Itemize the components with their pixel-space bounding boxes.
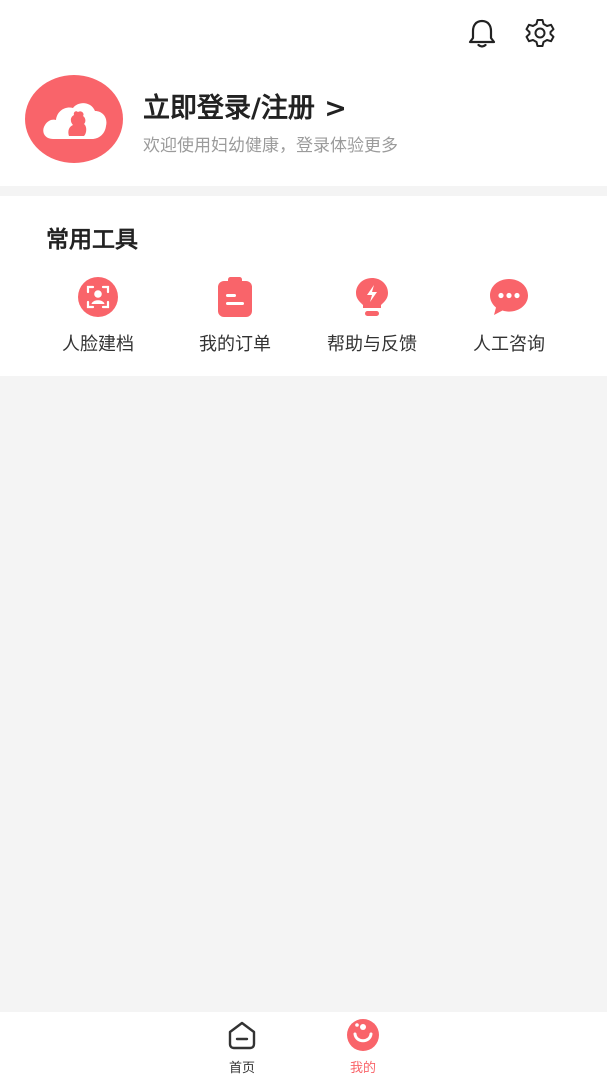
bell-icon[interactable]: [465, 16, 499, 50]
tab-label: 首页: [228, 1061, 255, 1076]
tool-my-orders[interactable]: 我的订单: [165, 276, 305, 356]
tab-mine[interactable]: 我的: [323, 1012, 403, 1080]
lightbulb-icon: [351, 276, 393, 318]
profile-header: 立即登录/注册 > 欢迎使用妇幼健康，登录体验更多: [0, 0, 607, 186]
login-subtitle: 欢迎使用妇幼健康，登录体验更多: [143, 136, 398, 156]
cloud-bear-logo-icon: [43, 103, 107, 139]
tool-label: 帮助与反馈: [327, 334, 417, 355]
profile-icon: [346, 1018, 380, 1052]
tool-help-feedback[interactable]: 帮助与反馈: [302, 276, 442, 356]
chat-bubble-icon: [488, 276, 530, 318]
bottom-tab-bar: 首页 我的: [0, 1012, 607, 1080]
login-register-link[interactable]: 立即登录/注册 >: [143, 86, 347, 125]
common-tools-card: 常用工具 人脸建档 我的订单 帮助与反馈 人工咨询: [0, 196, 607, 376]
tool-face-archive[interactable]: 人脸建档: [28, 276, 168, 356]
tool-label: 人工咨询: [473, 334, 545, 355]
avatar[interactable]: [25, 75, 123, 163]
profile-page: 立即登录/注册 > 欢迎使用妇幼健康，登录体验更多 常用工具 人脸建档 我的订单…: [0, 0, 607, 1080]
tool-human-consult[interactable]: 人工咨询: [439, 276, 579, 356]
tool-label: 我的订单: [199, 334, 271, 355]
home-icon: [225, 1018, 259, 1052]
clipboard-icon: [214, 276, 256, 318]
face-scan-icon: [77, 276, 119, 318]
tab-label: 我的: [349, 1061, 376, 1076]
tab-home[interactable]: 首页: [202, 1012, 282, 1080]
section-title: 常用工具: [46, 227, 138, 253]
gear-icon[interactable]: [523, 16, 557, 50]
tool-label: 人脸建档: [62, 334, 134, 355]
